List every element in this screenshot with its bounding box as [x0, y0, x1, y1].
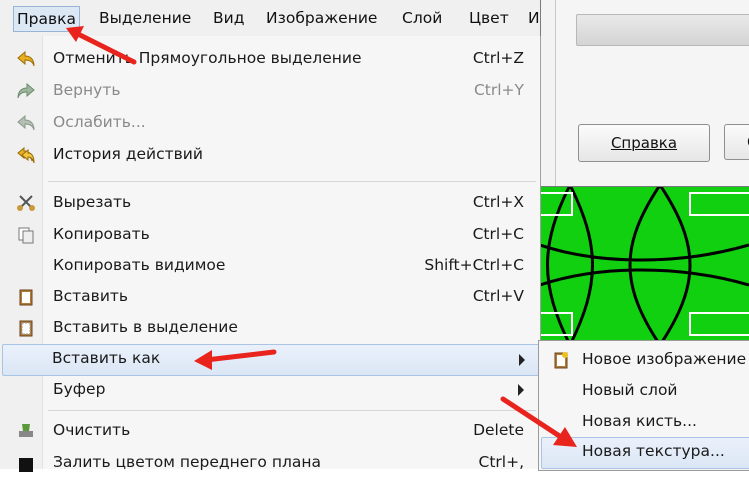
menubar: Правка Выделение Вид Изображение Слой Цв…	[0, 0, 540, 37]
menu-item-label: Вставить	[53, 287, 129, 305]
clear-icon	[19, 424, 33, 437]
submenu-item-label: Новый слой	[582, 381, 678, 399]
copy-icon	[18, 227, 34, 244]
menu-item-shortcut: Ctrl+,	[478, 453, 525, 471]
new-image-icon	[554, 352, 568, 369]
menu-item-clear[interactable]: Очистить Delete	[2, 416, 538, 446]
menu-item-undo[interactable]: Отменить Прямоугольное выделение Ctrl+Z	[2, 44, 538, 74]
menu-item-copy-visible[interactable]: Копировать видимое Shift+Ctrl+C	[2, 251, 538, 281]
menu-tools[interactable]: И	[528, 9, 540, 27]
menu-item-shortcut: Ctrl+C	[472, 225, 524, 243]
edit-menu: Отменить Прямоугольное выделение Ctrl+Z …	[0, 36, 541, 472]
submenu-item-new-image[interactable]: Новое изображение	[541, 345, 749, 375]
menu-item-fill-fg[interactable]: Залить цветом переднего плана Ctrl+,	[2, 448, 538, 478]
scissors-icon	[17, 195, 35, 211]
dialog-second-button[interactable]: С	[724, 124, 749, 160]
image-canvas	[540, 185, 749, 345]
menu-item-label: Вставить в выделение	[53, 318, 238, 336]
menu-item-buffer[interactable]: Буфер	[2, 375, 538, 405]
menu-item-paste[interactable]: Вставить Ctrl+V	[2, 282, 538, 312]
menu-item-shortcut: Shift+Ctrl+C	[424, 256, 524, 274]
menu-item-label: Очистить	[53, 421, 131, 439]
menu-item-label: Отменить Прямоугольное выделение	[53, 49, 362, 67]
menu-item-copy[interactable]: Копировать Ctrl+C	[2, 220, 538, 250]
menu-separator	[48, 181, 536, 182]
help-button-label: Справка	[610, 134, 678, 152]
submenu-item-label: Новая кисть...	[582, 412, 697, 430]
submenu-item-label: Новая текстура...	[582, 442, 725, 460]
paste-icon	[19, 289, 33, 306]
menu-layer[interactable]: Слой	[402, 9, 442, 27]
menu-item-paste-into[interactable]: Вставить в выделение	[2, 313, 538, 343]
submenu-item-new-brush[interactable]: Новая кисть...	[541, 407, 749, 437]
redo-icon	[17, 82, 35, 99]
menu-item-label: Копировать	[53, 225, 150, 243]
paste-as-submenu: Новое изображение Новый слой Новая кисть…	[538, 340, 749, 471]
submenu-item-label: Новое изображение	[582, 350, 747, 368]
menu-item-shortcut: Ctrl+Z	[472, 49, 524, 67]
menu-item-fade[interactable]: Ослабить...	[2, 108, 538, 138]
history-icon	[17, 146, 35, 164]
menu-item-label: Вставить как	[52, 349, 161, 367]
menu-color[interactable]: Цвет	[469, 9, 509, 27]
submenu-arrow-icon	[518, 384, 524, 396]
menu-edit[interactable]: Правка	[13, 6, 80, 32]
menu-item-label: Копировать видимое	[53, 256, 226, 274]
help-button[interactable]: Справка	[578, 124, 710, 162]
dialog-window: Справка С	[540, 0, 749, 187]
curve-pattern	[540, 185, 749, 345]
fade-icon	[17, 114, 35, 131]
menu-item-label: Залить цветом переднего плана	[53, 453, 322, 471]
menu-item-paste-as[interactable]: Вставить как	[2, 344, 540, 376]
menu-separator	[48, 410, 536, 411]
menu-item-shortcut: Delete	[473, 421, 524, 439]
menu-item-shortcut: Ctrl+V	[472, 287, 524, 305]
menu-item-history[interactable]: История действий	[2, 140, 538, 170]
submenu-item-new-layer[interactable]: Новый слой	[541, 376, 749, 406]
progress-bar	[576, 14, 749, 46]
fill-fg-icon	[19, 458, 33, 472]
menu-item-shortcut: Ctrl+X	[472, 193, 524, 211]
menu-item-label: Ослабить...	[53, 113, 146, 131]
menu-view[interactable]: Вид	[213, 9, 244, 27]
submenu-arrow-icon	[519, 354, 525, 366]
dialog-body: Справка С	[555, 0, 749, 186]
menu-item-label: Вырезать	[53, 193, 132, 211]
menu-item-redo[interactable]: Вернуть Ctrl+Y	[2, 76, 538, 106]
menu-item-label: Буфер	[53, 380, 106, 398]
paste-into-icon	[19, 320, 33, 337]
undo-icon	[17, 50, 35, 67]
menu-item-label: Вернуть	[53, 81, 121, 99]
menu-item-shortcut: Ctrl+Y	[473, 81, 524, 99]
submenu-item-new-texture[interactable]: Новая текстура...	[541, 437, 749, 469]
menu-image[interactable]: Изображение	[266, 9, 377, 27]
menu-item-label: История действий	[53, 145, 203, 163]
menu-select[interactable]: Выделение	[99, 9, 191, 27]
menu-item-cut[interactable]: Вырезать Ctrl+X	[2, 188, 538, 218]
